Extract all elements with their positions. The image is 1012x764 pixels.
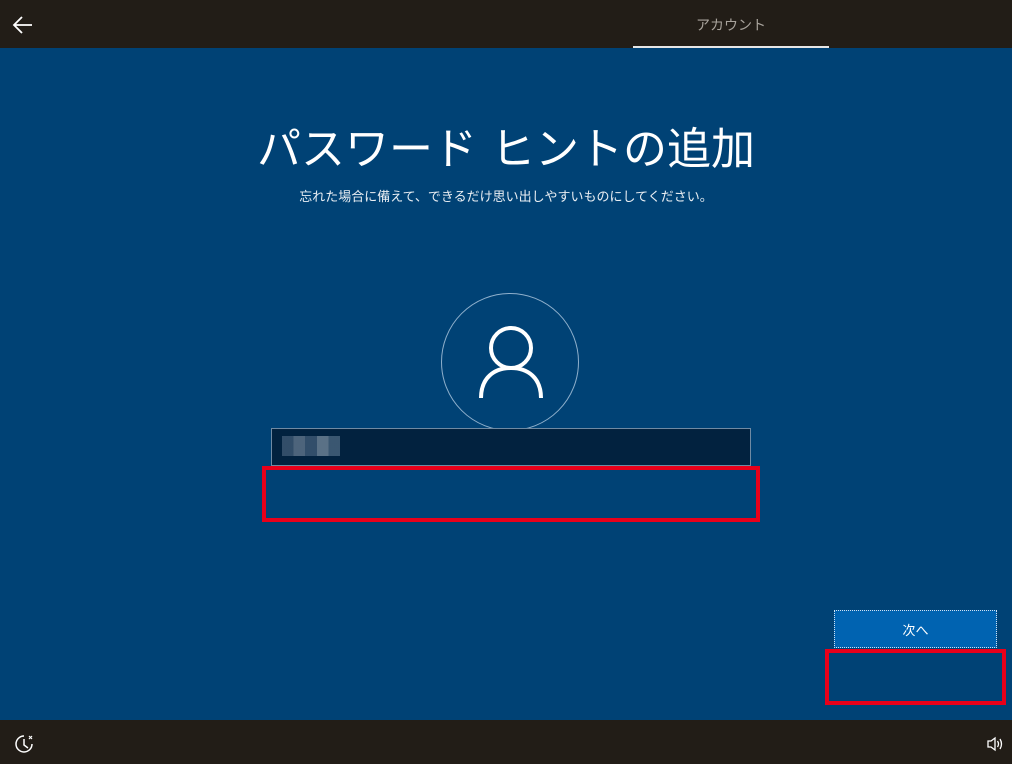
redacted-hint-text bbox=[282, 436, 340, 456]
input-highlight-box bbox=[262, 466, 760, 522]
user-icon bbox=[479, 326, 543, 399]
top-bar: アカウント bbox=[0, 0, 1012, 48]
tab-account[interactable]: アカウント bbox=[633, 0, 829, 48]
back-arrow-icon[interactable] bbox=[10, 12, 36, 38]
bottom-bar bbox=[0, 720, 1012, 764]
password-hint-input[interactable] bbox=[271, 428, 751, 466]
speaker-icon[interactable] bbox=[986, 736, 1004, 752]
page-subtitle: 忘れた場合に備えて、できるだけ思い出しやすいものにしてください。 bbox=[299, 190, 713, 205]
ease-of-access-icon[interactable] bbox=[14, 734, 34, 754]
next-highlight-box bbox=[825, 649, 1006, 705]
page-title: パスワード ヒントの追加 bbox=[257, 124, 755, 175]
avatar bbox=[441, 293, 579, 431]
next-button[interactable]: 次へ bbox=[834, 610, 997, 648]
